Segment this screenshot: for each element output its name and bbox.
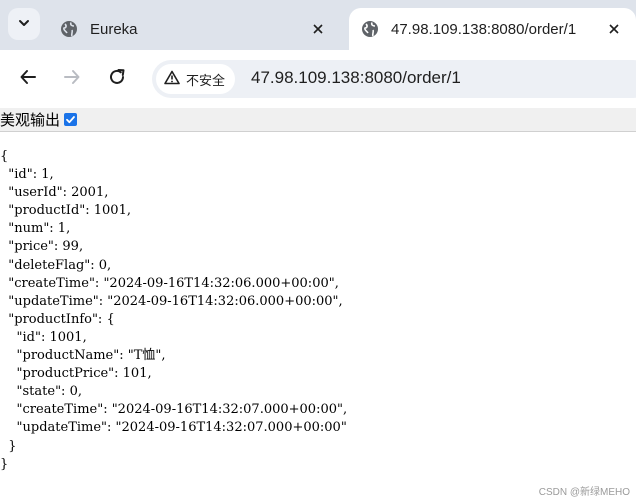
json-line: "id": 1001, [0,329,87,345]
arrow-right-icon [63,68,81,90]
pretty-print-label: 美观输出 [0,111,61,129]
globe-icon [60,20,78,38]
checkmark-icon [66,116,75,124]
reload-icon [108,68,126,90]
json-line: } [0,438,17,454]
json-line: "productInfo": { [0,311,115,327]
json-line: "updateTime": "2024-09-16T14:32:06.000+0… [0,293,343,309]
tab-title: Eureka [90,20,138,38]
json-line: "productPrice": 101, [0,366,152,382]
globe-icon [361,20,379,38]
watermark: CSDN @新绿MEHO [538,487,630,498]
json-line: "productId": 1001, [0,203,131,219]
security-label: 不安全 [186,73,226,89]
security-indicator[interactable]: 不安全 [156,64,236,94]
json-line: } [0,456,9,472]
chevron-down-icon [17,15,31,34]
json-line: "userId": 2001, [0,185,109,201]
json-line: "createTime": "2024-09-16T14:32:07.000+0… [0,402,348,418]
warning-icon [164,70,180,89]
tab-order[interactable]: 47.98.109.138:8080/order/1 [349,8,636,50]
json-line: "price": 99, [0,239,84,255]
forward-button[interactable] [57,64,87,94]
tab-eureka[interactable]: Eureka [48,8,340,50]
arrow-left-icon [19,68,37,90]
close-icon[interactable] [604,19,624,39]
back-button[interactable] [13,64,43,94]
json-line: "deleteFlag": 0, [0,257,112,273]
pretty-print-bar: 美观输出 [0,108,636,132]
json-line: "productName": "T恤", [0,348,166,364]
reload-button[interactable] [102,64,132,94]
json-line: "state": 0, [0,384,82,400]
json-line: "id": 1, [0,167,54,183]
tab-search-button[interactable] [8,8,40,40]
close-icon[interactable] [308,19,328,39]
json-line: "createTime": "2024-09-16T14:32:06.000+0… [0,275,339,291]
tab-strip: Eureka 47.98.109.138:8080/order/1 [0,0,636,50]
browser-toolbar: 不安全 47.98.109.138:8080/order/1 [0,50,636,108]
url-text[interactable]: 47.98.109.138:8080/order/1 [251,68,461,88]
json-line: { [0,149,9,164]
json-line: "num": 1, [0,221,71,237]
tab-title: 47.98.109.138:8080/order/1 [391,20,577,38]
json-content: { "id": 1, "userId": 2001, "productId": … [0,148,636,474]
address-bar[interactable]: 不安全 47.98.109.138:8080/order/1 [152,60,636,98]
json-line: "updateTime": "2024-09-16T14:32:07.000+0… [0,420,347,436]
pretty-print-checkbox[interactable] [64,113,78,126]
